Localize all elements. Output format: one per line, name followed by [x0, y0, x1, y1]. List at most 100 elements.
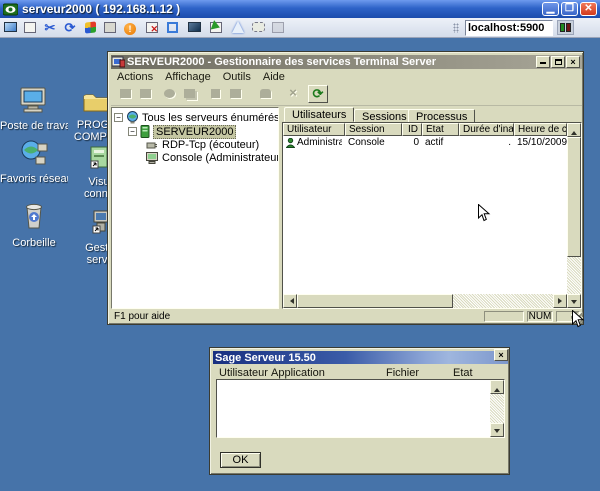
refresh-button[interactable]: ⟳ — [308, 85, 328, 103]
vnc-window-title: serveur2000 ( 192.168.1.12 ) — [22, 2, 180, 16]
tree-root-label[interactable]: Tous les serveurs énumérés — [142, 112, 279, 124]
menu-actions[interactable]: Actions — [111, 71, 159, 83]
green-bar — [560, 23, 565, 32]
refresh-icon: ⟳ — [313, 86, 324, 101]
windows-session-icon[interactable] — [270, 20, 286, 36]
maximize-icon: ❒ — [565, 3, 574, 14]
desktop-icon-favoris-reseau[interactable]: Favoris réseau — [0, 139, 68, 185]
remote-control-button[interactable] — [179, 85, 199, 103]
desktop-icon-corbeille[interactable]: Corbeille — [0, 201, 68, 249]
connect-button[interactable] — [115, 85, 135, 103]
close-connection-icon[interactable]: ✕ — [144, 20, 160, 36]
header-duree[interactable]: Durée d'ina... — [459, 123, 514, 136]
fullscreen-icon[interactable] — [164, 20, 180, 36]
delete-button[interactable]: × — [283, 85, 303, 103]
select-region-icon[interactable] — [250, 20, 266, 36]
sage-col-utilisateur: Utilisateur — [219, 367, 268, 379]
tree-server-label[interactable]: SERVEUR2000 — [153, 125, 236, 139]
all-servers-globe-icon — [126, 111, 139, 124]
ok-button[interactable]: OK — [220, 452, 261, 468]
sage-titlebar[interactable]: Sage Serveur 15.50 — [213, 351, 508, 364]
vnc-close-button[interactable]: ✕ — [580, 2, 597, 16]
send-message-icon — [164, 89, 175, 98]
tree-row-root[interactable]: − Tous les serveurs énumérés — [114, 111, 278, 124]
header-heure[interactable]: Heure de con... — [514, 123, 567, 136]
rdp-listener-icon — [146, 140, 159, 150]
logoff-icon — [260, 89, 271, 98]
save-session-icon[interactable] — [22, 20, 38, 36]
disconnect-icon — [140, 89, 151, 98]
configuration-icon[interactable]: ✂ — [42, 20, 58, 36]
collapse-toggle[interactable]: − — [128, 127, 137, 136]
tree-row-server[interactable]: − SERVEUR2000 — [128, 125, 278, 138]
cell-heure: 15/10/2009 1... — [514, 137, 567, 148]
status-button[interactable] — [225, 85, 245, 103]
ts-titlebar[interactable]: SERVEUR2000 - Gestionnaire des services … — [111, 55, 582, 69]
send-message-button[interactable] — [159, 85, 179, 103]
arrow-up-icon — [494, 385, 500, 392]
desktop-icon-poste-de-travail[interactable]: Poste de travail — [0, 86, 68, 132]
tree-row-console[interactable]: Console (Administrateur) — [146, 151, 278, 164]
sage-session-list[interactable] — [216, 379, 505, 438]
reset-button[interactable] — [205, 85, 225, 103]
header-utilisateur[interactable]: Utilisateur — [283, 123, 345, 136]
menu-aide[interactable]: Aide — [257, 71, 291, 83]
keyboard-icon[interactable] — [102, 20, 118, 36]
header-session[interactable]: Session — [345, 123, 402, 136]
h-scroll-left-button[interactable] — [283, 294, 297, 308]
ts-menubar: Actions Affichage Outils Aide — [111, 70, 582, 84]
pause-icon[interactable]: ! — [122, 20, 138, 36]
logoff-button[interactable] — [255, 85, 275, 103]
vnc-address-input[interactable] — [465, 20, 553, 36]
tab-processus[interactable]: Processus — [408, 109, 475, 122]
ts-close-button[interactable]: × — [566, 56, 580, 68]
h-scroll-thumb[interactable] — [297, 294, 453, 308]
delete-icon: × — [289, 85, 297, 100]
table-row[interactable]: Administrateur Console 0 actif . 15/10/2… — [283, 136, 567, 149]
refresh-icon[interactable]: ⟳ — [62, 20, 78, 36]
v-scroll-up-button[interactable] — [567, 123, 581, 137]
console-monitor-icon — [146, 152, 159, 164]
v-scroll-thumb[interactable] — [567, 137, 581, 257]
new-viewer-icon[interactable] — [230, 20, 246, 36]
file-transfer-icon[interactable] — [208, 20, 224, 36]
tab-sessions[interactable]: Sessions — [354, 109, 415, 122]
screen-icon[interactable] — [186, 20, 202, 36]
collapse-toggle[interactable]: − — [114, 113, 123, 122]
sage-close-button[interactable]: × — [494, 349, 508, 361]
tree-console-label[interactable]: Console (Administrateur) — [162, 152, 279, 164]
arrow-right-icon — [558, 298, 565, 304]
disconnect-button[interactable] — [135, 85, 155, 103]
ok-label: OK — [233, 454, 249, 466]
server-tree: − Tous les serveurs énumérés − SERVEUR20… — [111, 107, 279, 309]
ctrl-alt-del-icon[interactable] — [82, 20, 98, 36]
close-icon: ✕ — [584, 3, 592, 14]
header-id[interactable]: ID — [402, 123, 422, 136]
tree-row-rdp-tcp[interactable]: RDP-Tcp (écouteur) — [146, 138, 278, 151]
v-scroll-down-button[interactable] — [490, 423, 504, 437]
v-scroll-up-button[interactable] — [490, 380, 504, 394]
close-icon: × — [570, 57, 575, 67]
toolbar-grip[interactable] — [453, 23, 459, 33]
vnc-titlebar[interactable]: serveur2000 ( 192.168.1.12 ) ▁ ❒ ✕ — [0, 0, 600, 18]
sage-col-etat: Etat — [453, 367, 473, 379]
header-etat[interactable]: État — [422, 123, 459, 136]
new-connection-icon[interactable] — [2, 20, 18, 36]
ts-minimize-button[interactable] — [536, 56, 550, 68]
vnc-minimize-button[interactable]: ▁ — [542, 2, 559, 16]
tab-utilisateurs[interactable]: Utilisateurs — [284, 107, 354, 122]
v-scroll-down-button[interactable] — [567, 294, 581, 308]
my-computer-icon — [18, 86, 50, 114]
recycle-bin-icon — [19, 201, 49, 231]
ts-maximize-button[interactable] — [551, 56, 565, 68]
h-scroll-right-button[interactable] — [553, 294, 567, 308]
tightvnc-logo-icon — [3, 3, 18, 16]
menu-affichage[interactable]: Affichage — [159, 71, 217, 83]
traffic-indicator-icon — [557, 20, 574, 35]
menu-outils[interactable]: Outils — [217, 71, 257, 83]
status-panel-num: NUM — [527, 311, 553, 322]
vnc-maximize-button[interactable]: ❒ — [561, 2, 578, 16]
desktop-icon-label: Poste de travail — [0, 120, 68, 132]
tree-rdp-label[interactable]: RDP-Tcp (écouteur) — [162, 139, 259, 151]
ts-manager-window: SERVEUR2000 - Gestionnaire des services … — [107, 51, 584, 325]
